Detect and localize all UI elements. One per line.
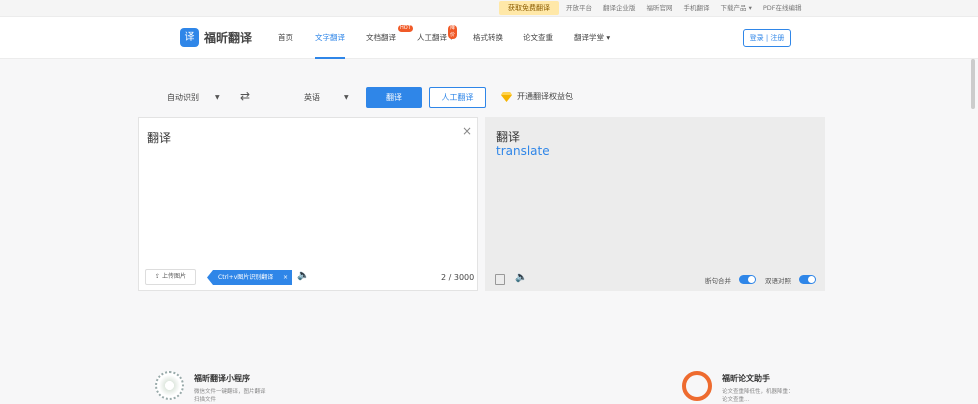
vip-package-link[interactable]: 开通翻译权益包 xyxy=(501,91,573,102)
paper-assistant-promo[interactable]: 福昕论文助手 论文查重降低性，机器降重： 论文查重… xyxy=(682,371,794,404)
top-link-enterprise[interactable]: 翻译企业版 xyxy=(603,0,636,17)
upload-image-label: 上传图片 xyxy=(161,273,186,280)
char-counter: 2 / 3000 xyxy=(441,273,475,282)
hot-badge: HOT xyxy=(398,25,413,32)
human-translate-button[interactable]: 人工翻译 xyxy=(429,87,486,108)
close-icon[interactable]: × xyxy=(283,270,288,285)
upload-icon: ⇪ xyxy=(155,273,162,280)
source-lang-select[interactable]: 自动识别 ▼ xyxy=(167,88,227,108)
page-scrollbar[interactable] xyxy=(971,59,975,109)
logo[interactable]: 译 福昕翻译 xyxy=(180,28,252,47)
target-lang-value: 英语 xyxy=(304,93,320,102)
paper-assistant-desc: 论文查重降低性，机器降重： xyxy=(722,389,794,395)
translate-button[interactable]: 翻译 xyxy=(366,87,422,108)
mini-program-desc-2: 扫描文件 xyxy=(194,397,217,403)
logo-text: 福昕翻译 xyxy=(204,31,253,45)
nav-translate-learn[interactable]: 翻译学堂 ▾ xyxy=(574,17,610,59)
login-register-button[interactable]: 登录 | 注册 xyxy=(743,29,791,47)
source-lang-value: 自动识别 xyxy=(167,93,199,102)
result-panel: 翻译 translate 🔈 断句合并 双语对照 xyxy=(485,117,825,291)
nav-paper-check[interactable]: 论文查重 xyxy=(523,17,553,59)
nav-human-translate[interactable]: 人工翻译 ▾ xyxy=(417,17,453,59)
toggle-knob xyxy=(808,276,815,283)
top-link-mobile[interactable]: 手机翻译 xyxy=(684,0,710,17)
source-text[interactable]: 翻译 xyxy=(147,129,171,146)
chevron-down-icon: ▼ xyxy=(344,94,349,101)
copy-icon[interactable] xyxy=(495,274,505,285)
diamond-icon xyxy=(501,91,512,102)
top-link-download[interactable]: 下载产品 ▾ xyxy=(721,0,752,17)
vip-package-label: 开通翻译权益包 xyxy=(517,92,573,101)
top-link-open-platform[interactable]: 开放平台 xyxy=(566,0,592,17)
target-lang-select[interactable]: 英语 ▼ xyxy=(304,88,356,108)
nav-home[interactable]: 首页 xyxy=(278,17,293,59)
price-drop-badge: 降价 xyxy=(448,25,458,39)
merge-sentences-label: 断句合并 xyxy=(705,277,731,285)
merge-sentences-toggle[interactable] xyxy=(739,275,756,284)
top-link-pdf-edit[interactable]: PDF在线编辑 xyxy=(763,0,802,17)
toggle-knob xyxy=(748,276,755,283)
result-source-echo: 翻译 xyxy=(496,130,521,144)
paper-assistant-logo-icon xyxy=(682,371,712,401)
clear-icon[interactable]: × xyxy=(462,124,472,138)
top-link-official-site[interactable]: 福昕官网 xyxy=(647,0,673,17)
nav-text-translate[interactable]: 文字翻译 xyxy=(315,17,345,59)
nav-format-convert[interactable]: 格式转换 xyxy=(473,17,503,59)
mini-program-desc: 微信文件一键翻译，图片翻译 xyxy=(194,389,266,395)
bilingual-toggle[interactable] xyxy=(799,275,816,284)
paper-assistant-title: 福昕论文助手 xyxy=(722,374,770,383)
chevron-down-icon: ▼ xyxy=(215,94,220,101)
paper-assistant-desc-2: 论文查重… xyxy=(722,397,750,403)
mini-program-qr-icon xyxy=(155,371,184,400)
nav-doc-translate[interactable]: 文档翻译 xyxy=(366,17,396,59)
main-header: 译 福昕翻译 首页 文字翻译 文档翻译 HOT 人工翻译 ▾ 降价 格式转换 论… xyxy=(0,17,978,59)
speaker-icon[interactable]: 🔈 xyxy=(515,272,527,283)
mini-program-promo[interactable]: 福昕翻译小程序 微信文件一键翻译，图片翻译 扫描文件 xyxy=(155,371,266,404)
upload-image-button[interactable]: ⇪ 上传图片 xyxy=(145,269,196,285)
translation-result[interactable]: translate xyxy=(496,144,550,158)
ocr-paste-label: Ctrl+v图片识别翻译 xyxy=(218,274,274,281)
top-links: 开放平台 翻译企业版 福昕官网 手机翻译 下载产品 ▾ PDF在线编辑 xyxy=(566,0,813,17)
source-text-panel[interactable]: 翻译 × ⇪ 上传图片 Ctrl+v图片识别翻译 × 🔈 2 / 3000 xyxy=(138,117,478,291)
mini-program-title: 福昕翻译小程序 xyxy=(194,374,250,383)
free-translate-promo[interactable]: 获取免费翻译 xyxy=(499,1,559,15)
logo-icon: 译 xyxy=(180,28,199,47)
ocr-paste-hint: Ctrl+v图片识别翻译 × xyxy=(207,270,292,285)
swap-languages-icon[interactable]: ⇄ xyxy=(240,89,250,103)
top-utility-bar: 获取免费翻译 开放平台 翻译企业版 福昕官网 手机翻译 下载产品 ▾ PDF在线… xyxy=(0,0,978,17)
bilingual-label: 双语对照 xyxy=(765,277,791,285)
speaker-icon[interactable]: 🔈 xyxy=(297,270,309,281)
